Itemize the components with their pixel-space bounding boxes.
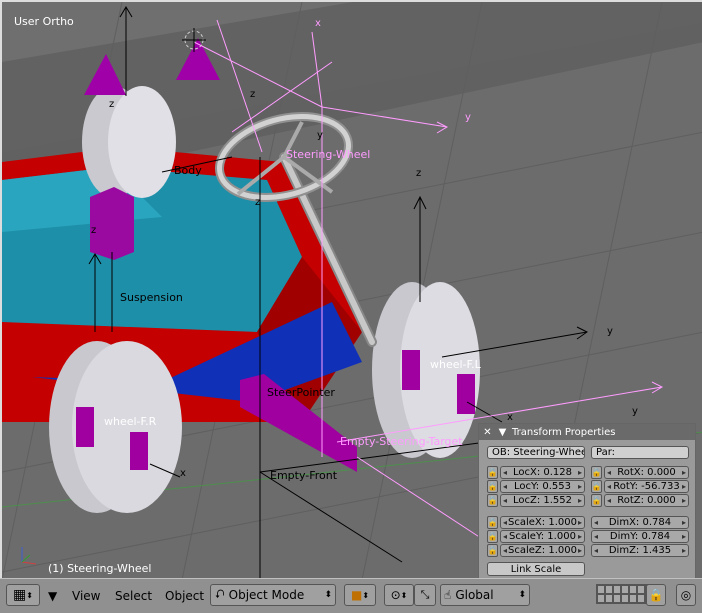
manipulator-icon: ⤡ xyxy=(420,588,430,601)
3d-view-header: ▦ ⬍ ▼ View Select Object ⮏ Object Mode ⬍ … xyxy=(0,578,702,613)
transform-properties-panel: ✕ ▼ Transform Properties OB: Steering-Wh… xyxy=(478,423,696,578)
mode-select-value: Object Mode xyxy=(228,588,305,602)
updown-icon: ⬍ xyxy=(518,590,526,600)
scale-x-field[interactable]: ◂ ScaleX: 1.000 ▸ xyxy=(500,516,585,529)
link-scale-button[interactable]: Link Scale xyxy=(487,562,585,576)
mode-select[interactable]: ⮏ Object Mode ⬍ xyxy=(210,584,336,606)
object-mode-icon: ⮏ xyxy=(215,586,225,601)
lock-icon[interactable]: 🔒 xyxy=(487,494,498,507)
close-icon[interactable]: ✕ xyxy=(482,427,493,438)
view-name: User Ortho xyxy=(14,15,74,28)
rot-x-field[interactable]: ◂ RotX: 0.000 ▸ xyxy=(604,466,689,479)
panel-header: ✕ ▼ Transform Properties xyxy=(479,424,695,440)
dim-y-field[interactable]: ◂ DimY: 0.784 ▸ xyxy=(591,530,689,543)
parent-field[interactable]: Par: xyxy=(591,446,689,459)
lock-icon[interactable]: 🔒 xyxy=(591,466,602,479)
axis-z-label: z xyxy=(416,168,422,179)
render-preview-button[interactable]: ◎ xyxy=(676,584,696,606)
label-steering-wheel: Steering-Wheel xyxy=(286,148,371,161)
lock-icon[interactable]: 🔒 xyxy=(487,516,498,529)
label-suspension: Suspension xyxy=(120,291,183,304)
pivot-button[interactable]: ⊙ ⬍ xyxy=(384,584,414,606)
manipulator-toggle[interactable]: ⤡ xyxy=(414,584,436,606)
axis-x-label: x xyxy=(315,18,321,29)
label-body: Body xyxy=(174,164,202,177)
axis-y-label: y xyxy=(632,406,638,417)
updown-icon: ⬍ xyxy=(324,590,332,600)
updown-icon: ⬍ xyxy=(400,590,408,600)
rot-y-field[interactable]: ◂ RotY: -56.733 ▸ xyxy=(604,480,689,493)
active-object-status: (1) Steering-Wheel xyxy=(48,562,152,575)
updown-icon: ⬍ xyxy=(362,590,370,600)
axis-x-label: x xyxy=(180,468,186,479)
axis-y-label: y xyxy=(317,130,323,141)
label-steer-pointer: SteerPointer xyxy=(267,386,335,399)
object-menu[interactable]: Object xyxy=(165,585,204,606)
lock-icon[interactable]: 🔒 xyxy=(487,544,498,557)
axis-y-label: y xyxy=(465,112,471,123)
solid-cube-icon: ■ xyxy=(350,588,363,602)
view-menu[interactable]: View xyxy=(72,585,100,606)
hand-icon: ☝ xyxy=(444,588,452,602)
grid-icon: ▦ xyxy=(13,587,27,603)
panel-title: Transform Properties xyxy=(512,426,616,438)
pivot-icon: ⊙ xyxy=(390,588,401,602)
select-menu[interactable]: Select xyxy=(115,585,152,606)
scale-y-field[interactable]: ◂ ScaleY: 1.000 ▸ xyxy=(500,530,585,543)
label-wheel-fr: wheel-F.R xyxy=(104,415,157,428)
orientation-value: Global xyxy=(455,588,494,602)
axis-z-label: z xyxy=(91,225,97,236)
axis-z-label: z xyxy=(109,99,115,110)
lock-icon: 🔒 xyxy=(648,588,664,602)
render-icon: ◎ xyxy=(680,588,692,602)
label-empty-steering-target: Empty-Steering-Target xyxy=(340,435,463,448)
3d-viewport[interactable]: User Ortho Steering-Wheel Suspension whe… xyxy=(0,0,702,578)
axis-z-label: z xyxy=(255,197,261,208)
lock-icon[interactable]: 🔒 xyxy=(591,480,602,493)
scale-z-field[interactable]: ◂ ScaleZ: 1.000 ▸ xyxy=(500,544,585,557)
lock-icon[interactable]: 🔒 xyxy=(487,466,498,479)
lock-icon[interactable]: 🔒 xyxy=(487,480,498,493)
dim-x-field[interactable]: ◂ DimX: 0.784 ▸ xyxy=(591,516,689,529)
loc-x-field[interactable]: ◂ LocX: 0.128 ▸ xyxy=(500,466,585,479)
object-name-field[interactable]: OB: Steering-Wheel xyxy=(487,446,585,459)
collapse-menus-icon[interactable]: ▼ xyxy=(48,585,57,606)
collapse-icon[interactable]: ▼ xyxy=(497,427,508,438)
axis-z-label: z xyxy=(250,89,256,100)
editor-type-button[interactable]: ▦ ⬍ xyxy=(6,584,40,606)
lock-layers-button[interactable]: 🔒 xyxy=(646,584,666,606)
draw-type-button[interactable]: ■ ⬍ xyxy=(344,584,376,606)
label-wheel-fl: wheel-F.L xyxy=(430,358,481,371)
updown-icon: ⬍ xyxy=(26,590,33,600)
orientation-select[interactable]: ☝ Global ⬍ xyxy=(440,584,530,606)
dim-z-field[interactable]: ◂ DimZ: 1.435 ▸ xyxy=(591,544,689,557)
lock-icon[interactable]: 🔒 xyxy=(487,530,498,543)
axis-x-label: x xyxy=(507,412,513,423)
loc-z-field[interactable]: ◂ LocZ: 1.552 ▸ xyxy=(500,494,585,507)
loc-y-field[interactable]: ◂ LocY: 0.553 ▸ xyxy=(500,480,585,493)
rot-z-field[interactable]: ◂ RotZ: 0.000 ▸ xyxy=(604,494,689,507)
lock-icon[interactable]: 🔒 xyxy=(591,494,602,507)
label-empty-front: Empty-Front xyxy=(270,469,338,482)
axis-y-label: y xyxy=(607,326,613,337)
